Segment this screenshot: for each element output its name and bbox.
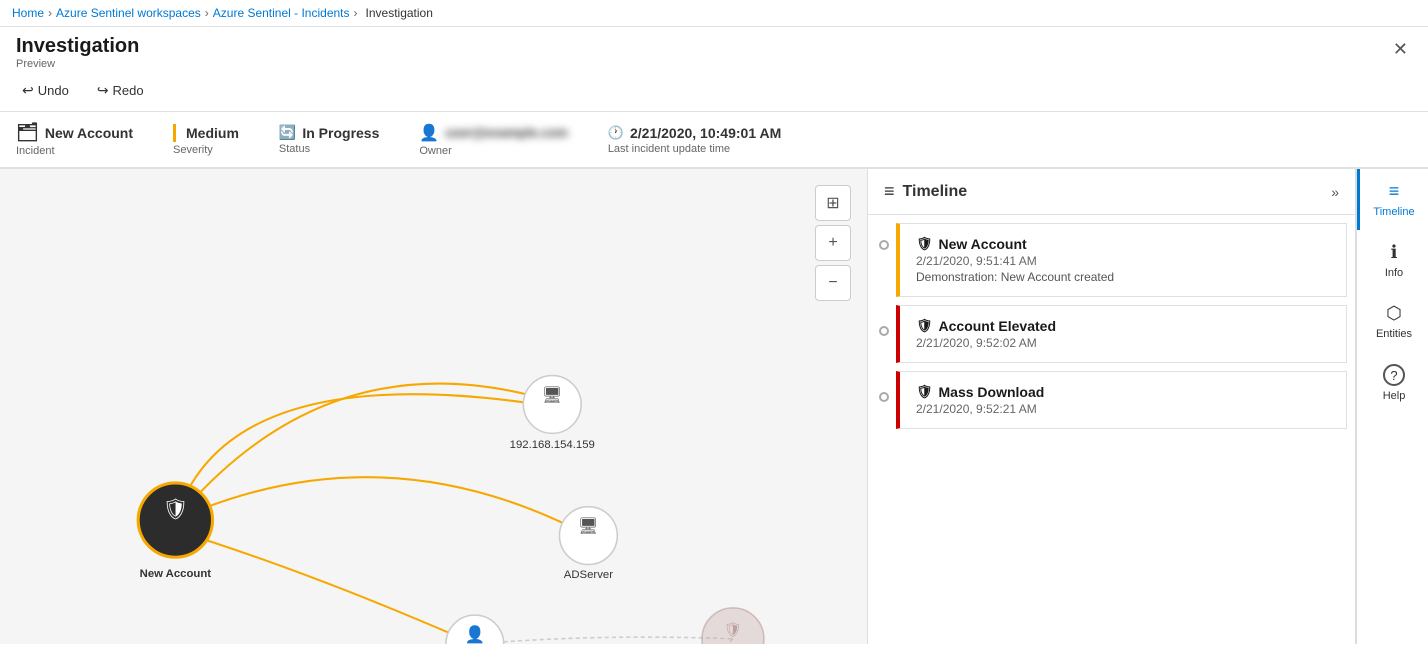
incident-time: 🕐 2/21/2020, 10:49:01 AM Last incident u… [608,125,781,155]
incident-severity-label: Severity [173,144,239,156]
incident-type-icon: 🗂 [16,122,39,143]
timeline-dot [879,240,889,250]
severity-bar [173,124,176,142]
sidebar-item-help[interactable]: ? Help [1357,352,1428,414]
graph-area: 🛡 New Account 🖥 192.168.154.159 🖥 ADServ… [0,169,868,644]
redo-button[interactable]: ↪ Redo [91,78,150,103]
breadcrumb-home[interactable]: Home [12,6,44,20]
incident-type: 🗂 New Account Incident [16,122,133,157]
graph-controls: ⊞ + − [815,185,851,301]
incident-time-label: Last incident update time [608,143,781,155]
undo-icon: ↩ [22,82,34,99]
right-panel: ≡ Timeline » 🛡 New Account [868,169,1428,644]
svg-text:🖥: 🖥 [578,516,599,535]
incident-status: 🔄 In Progress Status [279,124,379,155]
timeline-item-content: 🛡 Mass Download 2/21/2020, 9:52:21 AM [916,384,1330,416]
timeline-item-time: 2/21/2020, 9:52:02 AM [916,336,1330,350]
toolbar: ↩ Undo ↪ Redo [0,74,1428,112]
help-nav-icon: ? [1383,364,1405,386]
expand-icon: ⊞ [826,193,839,213]
timeline-dot [879,326,889,336]
svg-text:192.168.154.159: 192.168.154.159 [510,439,595,451]
timeline-item-time: 2/21/2020, 9:52:21 AM [916,402,1330,416]
breadcrumb-current: Investigation [366,6,433,20]
info-nav-icon: ℹ [1391,242,1398,263]
status-icon: 🔄 [279,124,296,141]
timeline-title: ≡ Timeline [884,181,967,202]
incident-owner: 👤 user@example.com Owner [419,123,567,157]
shield-icon: 🛡 [916,384,933,400]
sidebar-item-entities[interactable]: ⬡ Entities [1357,291,1428,352]
breadcrumb-incidents[interactable]: Azure Sentinel - Incidents [213,6,350,20]
timeline-item-time: 2/21/2020, 9:51:41 AM [916,254,1330,268]
page-title: Investigation [16,35,139,58]
expand-button[interactable]: ⊞ [815,185,851,221]
svg-text:ADServer: ADServer [564,569,613,581]
timeline-item-title-text: New Account [939,236,1027,252]
timeline-list-wrap: 🛡 New Account 2/21/2020, 9:51:41 AM Demo… [868,215,1355,644]
incident-status-value: In Progress [302,125,379,141]
sidebar-item-entities-label: Entities [1376,328,1412,340]
zoom-out-button[interactable]: − [815,265,851,301]
timeline-item-title-text: Account Elevated [939,318,1056,334]
incident-severity: Medium Severity [173,124,239,156]
title-area: Investigation Preview [16,35,139,70]
timeline-nav-icon: ≡ [1389,181,1400,202]
shield-icon: 🛡 [916,318,933,334]
incident-time-value: 2/21/2020, 10:49:01 AM [630,125,781,141]
shield-icon: 🛡 [916,236,933,252]
timeline-header: ≡ Timeline » [868,169,1355,215]
sidebar-item-timeline-label: Timeline [1373,206,1414,218]
incident-type-label: Incident [16,145,133,157]
timeline-item[interactable]: 🛡 New Account 2/21/2020, 9:51:41 AM Demo… [896,223,1347,297]
sidebar-item-timeline[interactable]: ≡ Timeline [1357,169,1428,230]
timeline-dot [879,392,889,402]
graph-svg: 🛡 New Account 🖥 192.168.154.159 🖥 ADServ… [0,169,867,644]
timeline-item-content: 🛡 New Account 2/21/2020, 9:51:41 AM Demo… [916,236,1330,284]
entities-nav-icon: ⬡ [1386,303,1402,324]
sidebar-item-help-label: Help [1383,390,1406,402]
zoom-in-icon: + [828,234,837,252]
timeline-item-desc: Demonstration: New Account created [916,270,1330,284]
main-content: 🛡 New Account 🖥 192.168.154.159 🖥 ADServ… [0,169,1428,644]
side-nav: ≡ Timeline ℹ Info ⬡ Entities ? Help [1356,169,1428,644]
timeline-item[interactable]: 🛡 Account Elevated 2/21/2020, 9:52:02 AM [896,305,1347,363]
svg-text:👤: 👤 [465,625,486,644]
zoom-out-icon: − [828,274,837,292]
title-bar: Investigation Preview ✕ [0,27,1428,74]
svg-text:New Account: New Account [140,568,212,580]
incident-status-label: Status [279,143,379,155]
close-button[interactable]: ✕ [1389,35,1412,64]
redo-label: Redo [113,83,144,98]
sidebar-item-info-label: Info [1385,267,1403,279]
timeline-item-title-text: Mass Download [939,384,1045,400]
timeline-panel: ≡ Timeline » 🛡 New Account [868,169,1356,644]
undo-button[interactable]: ↩ Undo [16,78,75,103]
timeline-item-content: 🛡 Account Elevated 2/21/2020, 9:52:02 AM [916,318,1330,350]
zoom-in-button[interactable]: + [815,225,851,261]
svg-text:🖥: 🖥 [542,385,563,404]
timeline-item[interactable]: 🛡 Mass Download 2/21/2020, 9:52:21 AM [896,371,1347,429]
breadcrumb-workspaces[interactable]: Azure Sentinel workspaces [56,6,201,20]
preview-label: Preview [16,58,139,70]
incident-severity-value: Medium [186,125,239,141]
time-icon: 🕐 [608,125,624,141]
timeline-expand-button[interactable]: » [1331,184,1339,200]
timeline-title-text: Timeline [903,183,968,201]
timeline-list: 🛡 New Account 2/21/2020, 9:51:41 AM Demo… [868,215,1355,644]
incident-owner-value: user@example.com [445,125,568,140]
redo-icon: ↪ [97,82,109,99]
svg-text:🛡: 🛡 [724,622,742,639]
breadcrumb: Home › Azure Sentinel workspaces › Azure… [0,0,1428,27]
svg-text:🛡: 🛡 [162,498,188,521]
undo-label: Undo [38,83,69,98]
timeline-icon: ≡ [884,181,895,202]
incident-bar: 🗂 New Account Incident Medium Severity 🔄… [0,112,1428,169]
incident-type-value: New Account [45,125,133,141]
sidebar-item-info[interactable]: ℹ Info [1357,230,1428,291]
owner-icon: 👤 [419,123,439,143]
incident-owner-label: Owner [419,145,567,157]
